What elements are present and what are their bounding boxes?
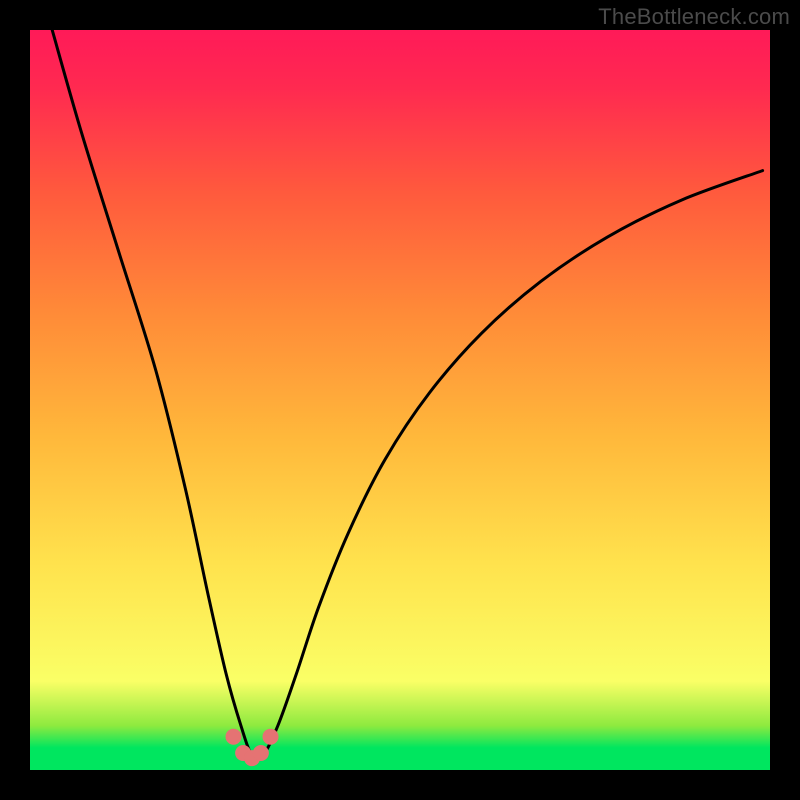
valley-marker [226,729,242,745]
bottleneck-curve-svg [30,30,770,770]
valley-marker [263,729,279,745]
valley-marker [253,745,269,761]
watermark-text: TheBottleneck.com [598,4,790,30]
valley-markers [226,729,279,766]
bottleneck-curve [52,30,762,759]
plot-area [30,30,770,770]
chart-frame: TheBottleneck.com [0,0,800,800]
